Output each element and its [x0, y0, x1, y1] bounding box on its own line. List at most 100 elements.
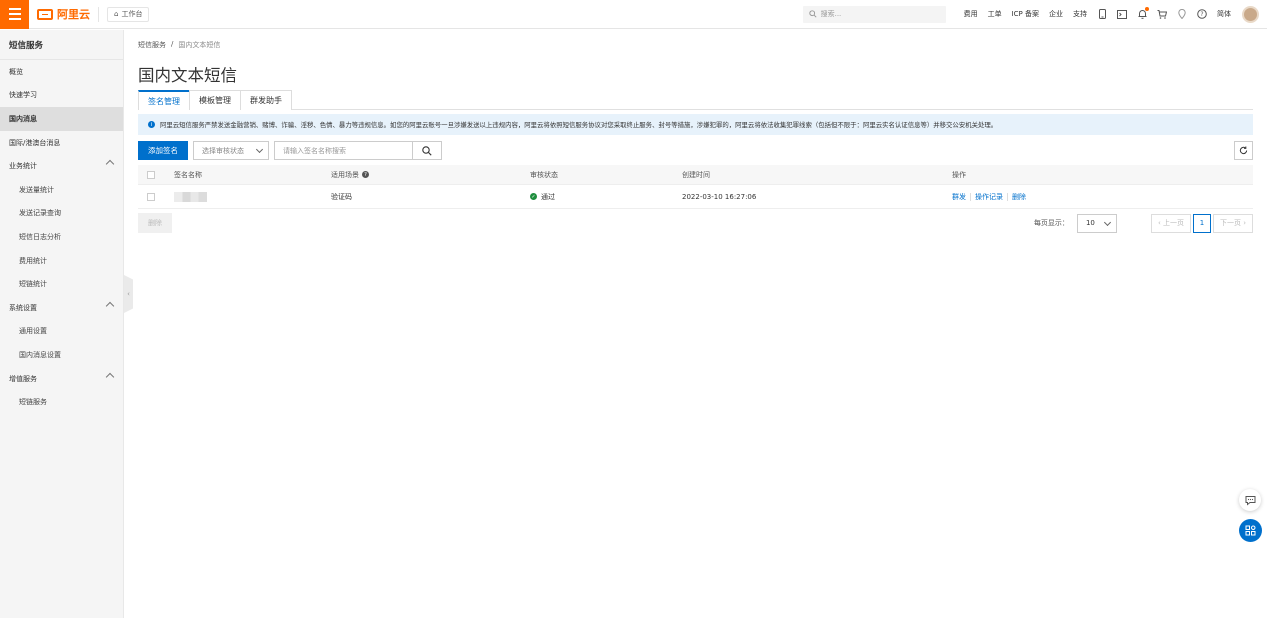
page-size-label: 每页显示： — [1033, 219, 1069, 227]
aliyun-logo[interactable]: 阿里云 — [37, 0, 90, 29]
sidebar-item-general-settings[interactable]: 通用设置 — [0, 320, 123, 344]
avatar[interactable] — [1242, 5, 1259, 23]
sidebar-item-send-volume[interactable]: 发送量统计 — [0, 178, 123, 202]
home-icon: ⌂ — [114, 10, 119, 18]
notification-dot — [1145, 7, 1149, 11]
add-signature-button[interactable]: 添加签名 — [138, 141, 188, 160]
status-filter-select[interactable]: 选择审核状态 — [193, 141, 269, 160]
header-scene: 适用场景 — [331, 170, 359, 179]
prev-page-label: 上一页 — [1162, 219, 1184, 227]
sidebar-item-label: 国内消息设置 — [19, 350, 61, 359]
help-icon[interactable]: ? — [1197, 9, 1207, 19]
status-text: 通过 — [541, 192, 555, 201]
status-filter-placeholder: 选择审核状态 — [202, 146, 244, 155]
question-icon[interactable]: ? — [362, 171, 369, 178]
search-icon — [808, 10, 817, 18]
table-footer: 删除 每页显示： 10 ‹ 上一页 1 下一页 › — [138, 213, 1253, 233]
select-all-checkbox[interactable] — [147, 170, 155, 179]
sidebar-item-cost-stats[interactable]: 费用统计 — [0, 249, 123, 273]
info-icon: i — [148, 121, 155, 128]
top-link-support[interactable]: 支持 — [1073, 9, 1087, 19]
delete-link[interactable]: 删除 — [1012, 192, 1026, 202]
logo-mark-icon — [37, 8, 53, 20]
breadcrumb-current: 国内文本短信 — [178, 41, 221, 49]
sidebar-group-value-added[interactable]: 增值服务 — [0, 367, 123, 391]
sidebar-item-shortlink-stats[interactable]: 短链统计 — [0, 272, 123, 296]
select-all-cell — [138, 170, 174, 179]
operation-log-link[interactable]: 操作记录 — [975, 192, 1003, 202]
bell-icon[interactable] — [1137, 7, 1149, 19]
top-link-icp[interactable]: ICP 备案 — [1012, 9, 1039, 19]
next-page-button[interactable]: 下一页 › — [1212, 213, 1253, 233]
page-size-select[interactable]: 10 — [1076, 213, 1117, 233]
compliance-notice: i 阿里云短信服务严禁发送金融营销、赌博、诈骗、淫秽、色情、暴力等违规信息。如您… — [138, 114, 1253, 135]
location-icon[interactable] — [1177, 9, 1187, 19]
signature-table: 签名名称 适用场景 ? 审核状态 创建时间 操作 验证码 ✓ 通过 2022-0… — [138, 165, 1253, 209]
bulk-send-link[interactable]: 群发 — [952, 192, 966, 202]
header-scene-cell: 适用场景 ? — [331, 170, 530, 180]
top-link-enterprise[interactable]: 企业 — [1049, 9, 1063, 19]
sidebar-item-send-records[interactable]: 发送记录查询 — [0, 202, 123, 226]
sidebar-group-system-settings[interactable]: 系统设置 — [0, 296, 123, 320]
global-search-placeholder: 搜索... — [820, 10, 842, 18]
page-title: 国内文本短信 — [138, 66, 237, 85]
mobile-icon[interactable] — [1097, 9, 1107, 19]
sidebar-item-quick-learn[interactable]: 快速学习 — [0, 84, 123, 108]
sidebar-item-label: 概览 — [9, 67, 23, 76]
top-link-billing[interactable]: 费用 — [964, 9, 978, 19]
top-link-ticket[interactable]: 工单 — [988, 9, 1002, 19]
sidebar-item-domestic[interactable]: 国内消息 — [0, 107, 123, 131]
toolbar: 添加签名 选择审核状态 请输入签名名称搜索 — [138, 141, 1253, 160]
menu-icon[interactable] — [0, 0, 29, 29]
current-page-button[interactable]: 1 — [1192, 213, 1211, 233]
header-operations: 操作 — [952, 170, 966, 179]
breadcrumb: 短信服务 / 国内文本短信 — [138, 40, 1253, 50]
tab-template-management[interactable]: 模板管理 — [189, 90, 241, 110]
table-row: 验证码 ✓ 通过 2022-03-10 16:27:06 群发 操作记录 删除 — [138, 185, 1253, 209]
chat-float-button[interactable] — [1239, 489, 1261, 511]
sidebar-item-international[interactable]: 国际/港澳台消息 — [0, 131, 123, 155]
sidebar-item-log-analysis[interactable]: 短信日志分析 — [0, 225, 123, 249]
sidebar-item-overview[interactable]: 概览 — [0, 60, 123, 84]
sidebar-item-label: 短链服务 — [19, 398, 47, 407]
workbench-button[interactable]: ⌂ 工作台 — [107, 6, 150, 22]
sidebar-group-business-stats[interactable]: 业务统计 — [0, 154, 123, 178]
main-content: 短信服务 / 国内文本短信 国内文本短信 签名管理 模板管理 群发助手 i 阿里… — [138, 30, 1253, 233]
tab-bar: 签名管理 模板管理 群发助手 — [138, 90, 1253, 110]
terminal-icon[interactable] — [1117, 9, 1127, 19]
breadcrumb-separator: / — [171, 40, 174, 48]
chevron-right-icon: › — [1240, 219, 1246, 227]
refresh-button[interactable] — [1234, 141, 1253, 160]
header-review-status: 审核状态 — [530, 170, 558, 179]
pagination: 每页显示： 10 ‹ 上一页 1 下一页 › — [1033, 213, 1253, 233]
apps-float-button[interactable] — [1239, 519, 1262, 542]
prev-page-button[interactable]: ‹ 上一页 — [1150, 213, 1191, 233]
sidebar-item-shortlink-service[interactable]: 短链服务 — [0, 390, 123, 414]
status-cell: ✓ 通过 — [530, 192, 682, 202]
sidebar-item-domestic-settings[interactable]: 国内消息设置 — [0, 343, 123, 367]
global-search-input[interactable]: 搜索... — [802, 5, 946, 23]
chevron-up-icon — [105, 160, 115, 169]
sidebar-collapse-handle[interactable]: ‹ — [124, 275, 133, 313]
notice-text: 阿里云短信服务严禁发送金融营销、赌博、诈骗、淫秽、色情、暴力等违规信息。如您的阿… — [160, 121, 998, 129]
top-right-tools: 搜索... 费用 工单 ICP 备案 企业 支持 ? 简体 — [802, 0, 1267, 29]
chevron-down-icon — [1103, 218, 1111, 226]
svg-text:?: ? — [1200, 11, 1203, 18]
sidebar-item-label: 发送量统计 — [19, 185, 54, 194]
top-navigation-bar: 阿里云 ⌂ 工作台 搜索... 费用 工单 ICP 备案 企业 支持 ? 简体 — [0, 0, 1267, 29]
language-switch[interactable]: 简体 — [1217, 9, 1231, 19]
sidebar-item-label: 国际/港澳台消息 — [9, 138, 61, 147]
cart-icon[interactable] — [1157, 9, 1167, 19]
breadcrumb-root[interactable]: 短信服务 — [138, 40, 166, 50]
tab-signature-management[interactable]: 签名管理 — [138, 90, 190, 110]
apps-grid-icon — [1245, 525, 1256, 536]
row-checkbox[interactable] — [147, 192, 155, 201]
tab-bulk-send-assistant[interactable]: 群发助手 — [240, 90, 292, 110]
sidebar-item-label: 通用设置 — [19, 327, 47, 336]
batch-delete-button[interactable]: 删除 — [138, 213, 172, 233]
sidebar-item-label: 快速学习 — [9, 91, 37, 100]
op-divider — [970, 192, 971, 201]
table-header: 签名名称 适用场景 ? 审核状态 创建时间 操作 — [138, 165, 1253, 185]
search-button[interactable] — [413, 141, 442, 160]
signature-search-input[interactable]: 请输入签名名称搜索 — [274, 141, 413, 160]
